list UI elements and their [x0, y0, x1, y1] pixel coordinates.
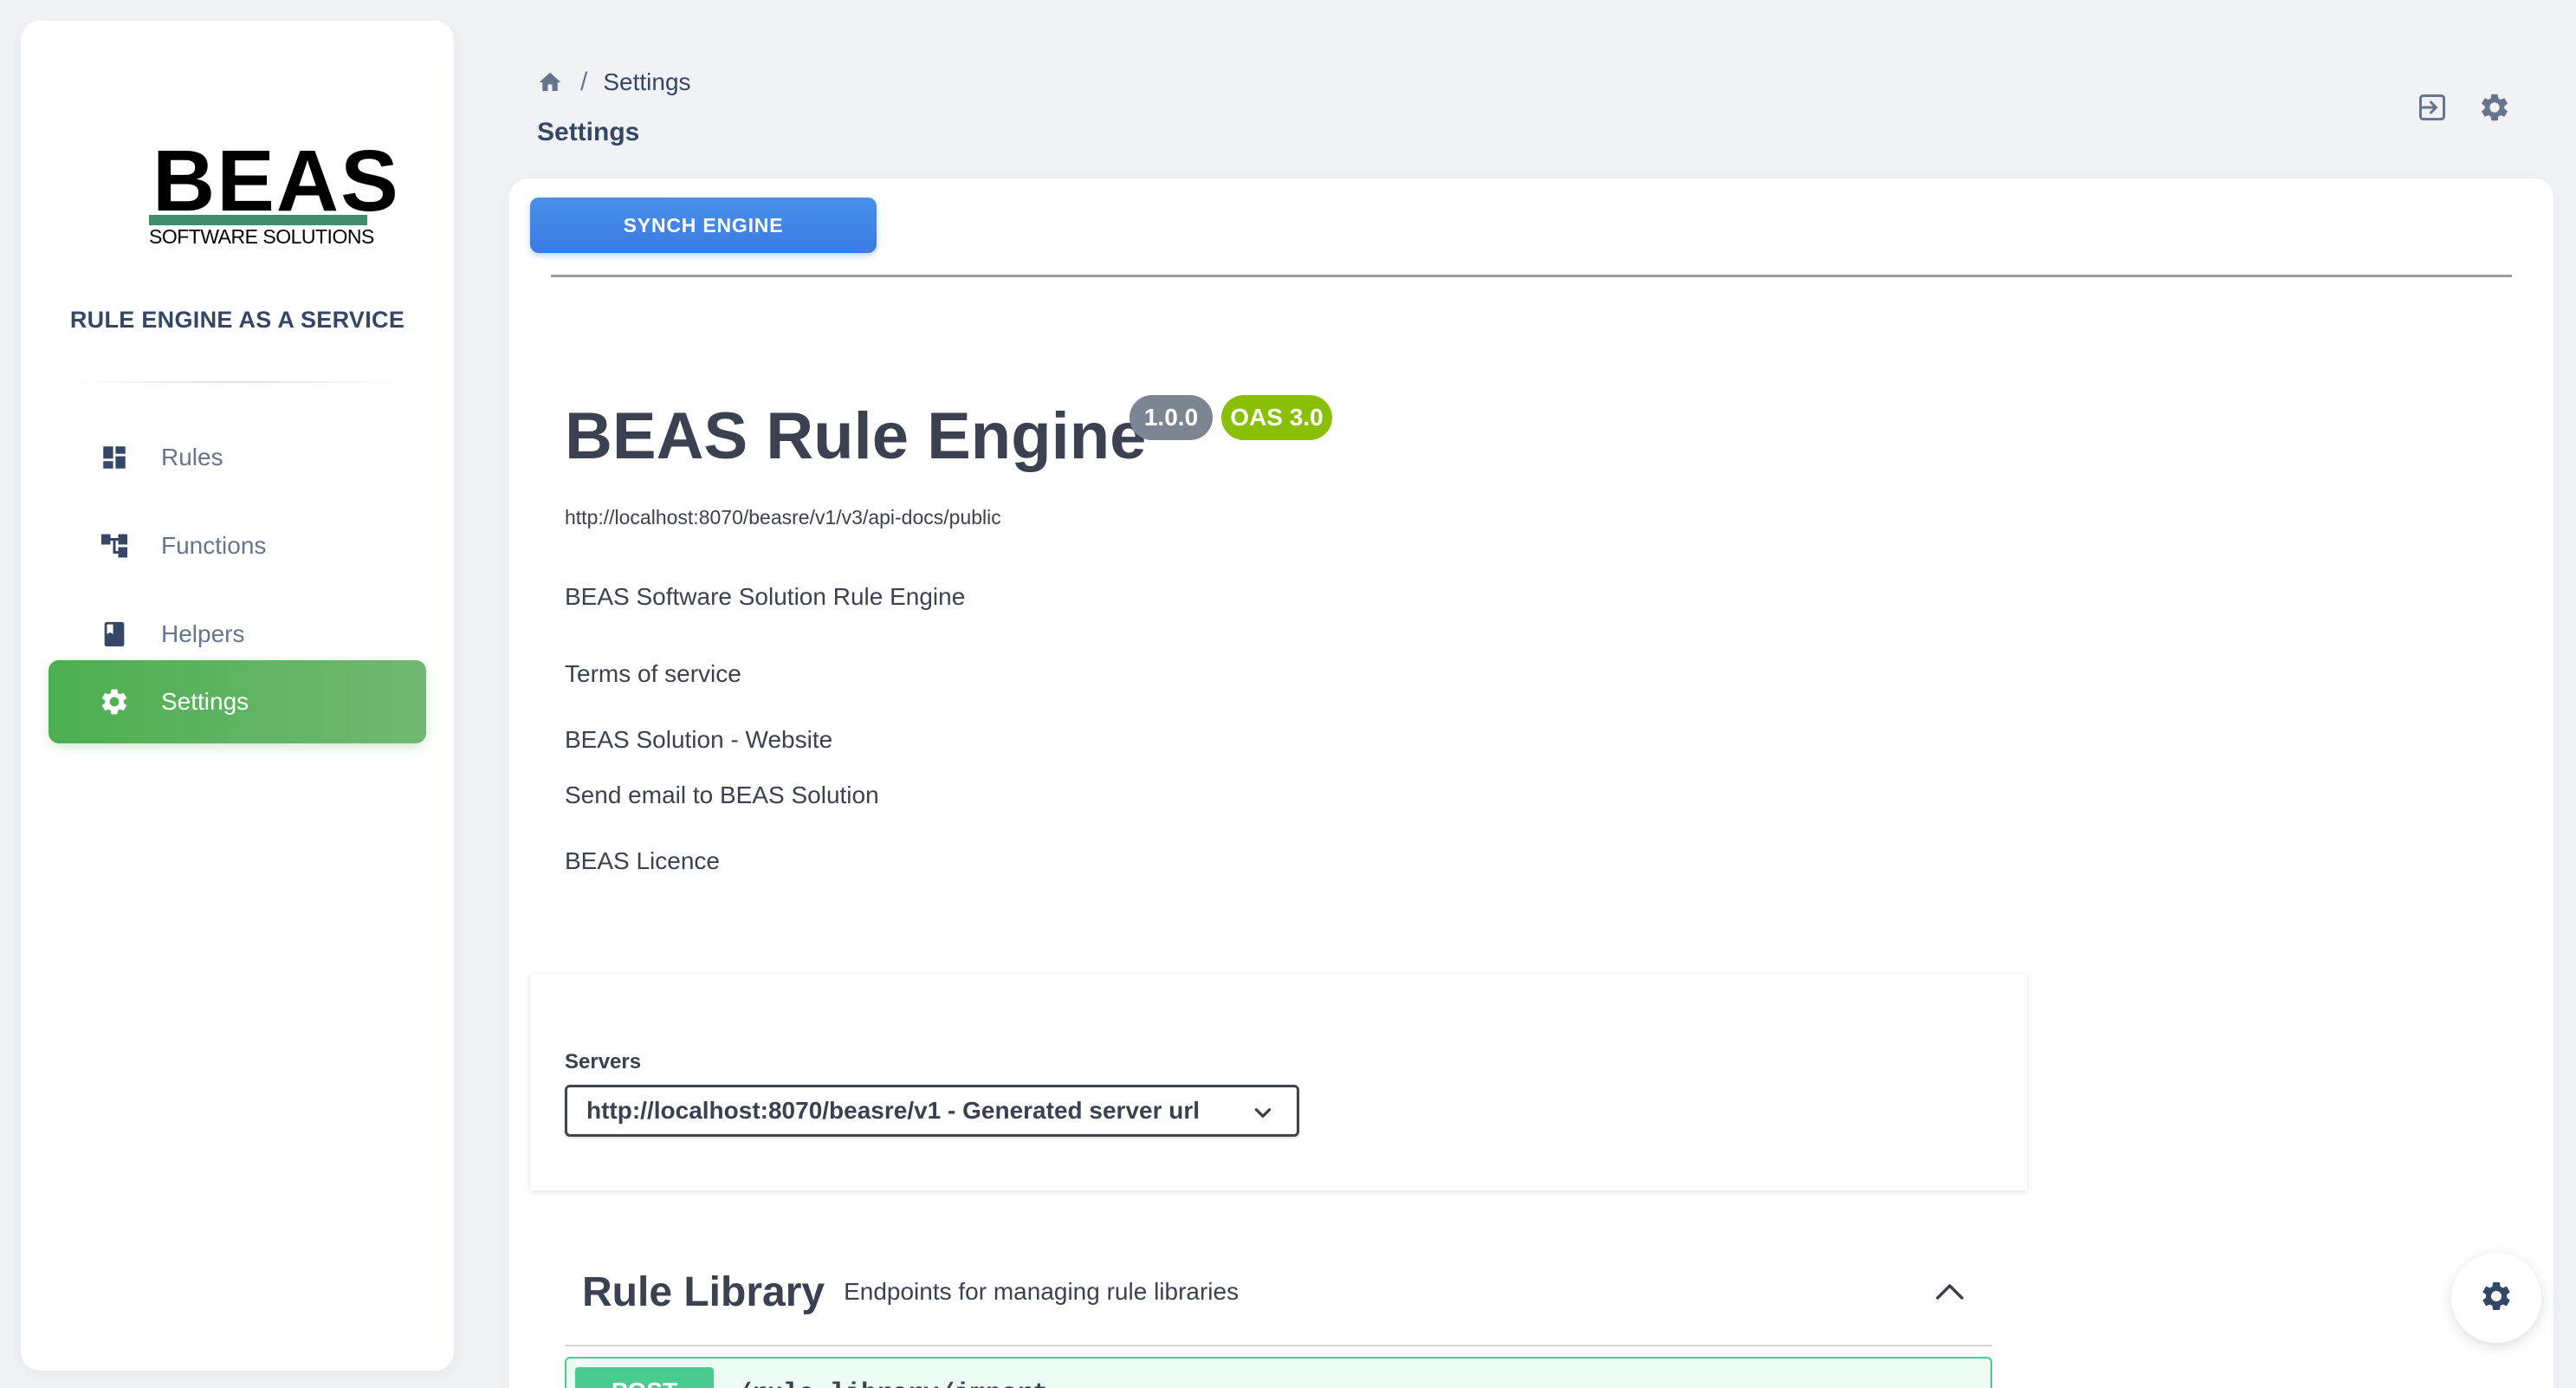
breadcrumb: / Settings	[537, 68, 691, 97]
tag-title: Rule Library	[582, 1268, 825, 1315]
card-divider	[551, 275, 2512, 277]
sidebar-item-label: Rules	[161, 444, 223, 470]
version-badge: 1.0.0	[1129, 395, 1213, 440]
sidebar-item-rules[interactable]: Rules	[49, 416, 426, 499]
website-link[interactable]: BEAS Solution - Website	[565, 726, 832, 754]
operation-row[interactable]: POST /rule-library/import	[565, 1357, 1992, 1388]
servers-label: Servers	[565, 1050, 642, 1073]
chevron-down-icon	[1252, 1101, 1274, 1124]
chevron-down-icon[interactable]	[1945, 1381, 1971, 1388]
sidebar-item-label: Settings	[161, 688, 249, 715]
chevron-up-icon[interactable]	[1932, 1274, 1968, 1310]
sidebar-item-functions[interactable]: Functions	[49, 504, 426, 587]
configurator-fab[interactable]	[2451, 1253, 2541, 1343]
sidebar: BEAS SOFTWARE SOLUTIONS RULE ENGINE AS A…	[21, 21, 454, 1371]
oas-badge: OAS 3.0	[1221, 395, 1332, 440]
page-title: Settings	[537, 118, 640, 146]
logo-underline	[149, 215, 367, 225]
licence-link[interactable]: BEAS Licence	[565, 847, 720, 875]
book-icon	[97, 617, 132, 652]
gear-icon[interactable]	[2477, 90, 2512, 125]
servers-selected-value: http://localhost:8070/beasre/v1 - Genera…	[586, 1097, 1201, 1124]
sidebar-item-settings[interactable]: Settings	[49, 660, 426, 743]
terms-of-service-link[interactable]: Terms of service	[565, 660, 741, 688]
logo-subtitle: SOFTWARE SOLUTIONS	[149, 225, 374, 248]
sidebar-divider	[73, 381, 402, 383]
gear-icon	[97, 684, 132, 719]
api-description: BEAS Software Solution Rule Engine	[565, 583, 966, 610]
logo-wordmark: BEAS	[152, 133, 400, 230]
tag-divider	[565, 1345, 1992, 1346]
api-docs-link[interactable]: http://localhost:8070/beasre/v1/v3/api-d…	[565, 506, 1001, 529]
hierarchy-icon	[97, 529, 132, 563]
home-icon[interactable]	[537, 69, 563, 95]
rule-library-section-header[interactable]: Rule Library Endpoints for managing rule…	[582, 1258, 2003, 1326]
api-title: BEAS Rule Engine	[565, 399, 1147, 473]
breadcrumb-separator: /	[580, 68, 588, 96]
breadcrumb-current: Settings	[603, 68, 691, 95]
http-method-badge: POST	[575, 1367, 714, 1388]
sidebar-item-label: Functions	[161, 532, 267, 559]
sign-in-icon[interactable]	[2415, 90, 2450, 125]
tag-description: Endpoints for managing rule libraries	[844, 1278, 1239, 1305]
operation-path: /rule-library/import	[736, 1379, 1048, 1388]
dashboard-icon	[97, 440, 132, 475]
gear-icon	[2479, 1279, 2514, 1318]
sidebar-item-label: Helpers	[161, 620, 245, 647]
synch-engine-button[interactable]: SYNCH ENGINE	[530, 198, 877, 253]
email-link[interactable]: Send email to BEAS Solution	[565, 782, 879, 809]
beas-logo: BEAS SOFTWARE SOLUTIONS	[128, 138, 398, 248]
servers-section: Servers http://localhost:8070/beasre/v1 …	[530, 974, 2027, 1190]
settings-card: SYNCH ENGINE BEAS Rule Engine 1.0.0 OAS …	[509, 178, 2553, 1388]
app-tagline: RULE ENGINE AS A SERVICE	[69, 307, 405, 333]
servers-select[interactable]: http://localhost:8070/beasre/v1 - Genera…	[565, 1085, 1299, 1137]
